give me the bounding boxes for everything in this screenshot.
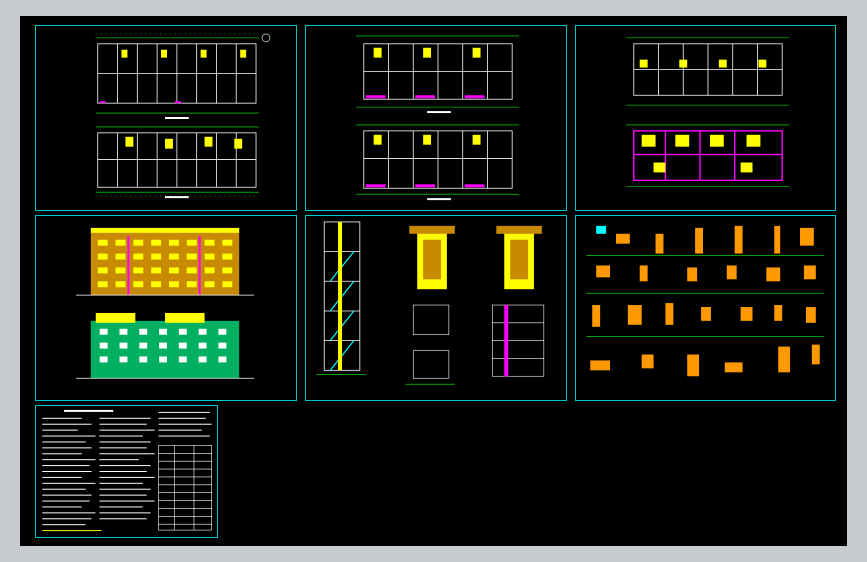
sections-drawing xyxy=(316,221,545,385)
sheet-floor-plans-2[interactable] xyxy=(305,25,567,211)
north-arrow-icon xyxy=(261,33,271,43)
cad-viewer-frame xyxy=(0,0,867,562)
notes-drawing xyxy=(42,409,212,532)
sheet-elevations[interactable] xyxy=(35,215,297,401)
sheet-design-notes[interactable] xyxy=(35,405,218,538)
sheet-floor-plans-3[interactable] xyxy=(575,25,836,211)
floor-plans-drawing-3 xyxy=(625,37,790,187)
sheet-sections[interactable] xyxy=(305,215,567,401)
elevations-drawing xyxy=(75,227,255,379)
details-drawing xyxy=(586,225,824,377)
floor-plans-drawing-2 xyxy=(355,35,520,201)
floor-plans-drawing-1 xyxy=(95,33,271,199)
sheet-floor-plans-1[interactable] xyxy=(35,25,297,211)
sheet-details[interactable] xyxy=(575,215,836,401)
